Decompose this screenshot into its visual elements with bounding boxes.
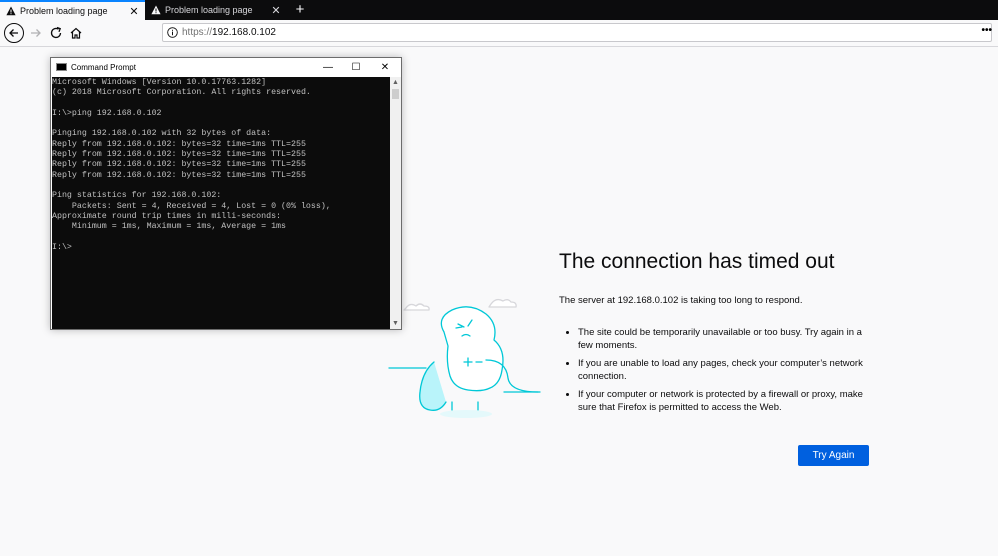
tab-problem-loading-page-1[interactable]: Problem loading page ✕: [0, 0, 145, 20]
maximize-button[interactable]: ☐: [343, 60, 369, 75]
error-title: The connection has timed out: [559, 250, 835, 273]
scrollbar-thumb[interactable]: [392, 89, 399, 99]
home-icon: [70, 27, 82, 39]
tab-title: Problem loading page: [20, 6, 108, 16]
minimize-button[interactable]: —: [315, 60, 341, 75]
scroll-down-arrow-icon[interactable]: ▼: [390, 318, 401, 329]
nav-bar: https://192.168.0.102 •••: [0, 20, 998, 47]
tab-title: Problem loading page: [165, 5, 253, 15]
list-item: If your computer or network is protected…: [564, 388, 874, 414]
info-icon[interactable]: [167, 27, 178, 38]
scroll-up-arrow-icon[interactable]: ▲: [390, 77, 401, 88]
home-button[interactable]: [67, 24, 85, 42]
console-output: Microsoft Windows [Version 10.0.17763.12…: [52, 78, 331, 252]
url-text: https://192.168.0.102: [182, 27, 276, 38]
warning-icon: [151, 5, 161, 15]
url-bar[interactable]: https://192.168.0.102: [162, 23, 992, 42]
tab-strip: Problem loading page ✕ Problem loading p…: [0, 0, 998, 20]
cmd-app-icon: [56, 63, 67, 71]
list-item: The site could be temporarily unavailabl…: [564, 326, 874, 352]
vertical-scrollbar[interactable]: ▲ ▼: [390, 77, 401, 329]
error-description: The server at 192.168.0.102 is taking to…: [559, 295, 803, 306]
dinosaur-illustration: [388, 298, 541, 418]
close-window-button[interactable]: ✕: [372, 60, 398, 75]
url-scheme: https://: [182, 27, 213, 38]
tab-close-icon[interactable]: ✕: [269, 4, 283, 17]
command-prompt-window[interactable]: Command Prompt — ☐ ✕ Microsoft Windows […: [50, 57, 402, 330]
window-title: Command Prompt: [71, 63, 136, 72]
url-host: 192.168.0.102: [212, 27, 276, 38]
reload-icon: [50, 26, 62, 39]
forward-arrow-icon: [31, 29, 41, 37]
back-arrow-icon: [4, 23, 24, 43]
forward-button[interactable]: [27, 24, 45, 42]
reload-button[interactable]: [47, 24, 65, 42]
page-actions-menu-icon[interactable]: •••: [981, 25, 992, 36]
list-item: If you are unable to load any pages, che…: [564, 357, 874, 383]
try-again-button[interactable]: Try Again: [798, 445, 869, 466]
back-button[interactable]: [3, 22, 25, 44]
window-titlebar[interactable]: Command Prompt — ☐ ✕: [51, 58, 401, 77]
warning-icon: [6, 6, 16, 16]
tab-problem-loading-page-2[interactable]: Problem loading page ✕: [145, 0, 287, 20]
console-area[interactable]: Microsoft Windows [Version 10.0.17763.12…: [52, 77, 390, 329]
tab-close-icon[interactable]: ✕: [127, 5, 141, 18]
new-tab-button[interactable]: +: [291, 0, 309, 20]
error-suggestions-list: The site could be temporarily unavailabl…: [564, 326, 874, 419]
